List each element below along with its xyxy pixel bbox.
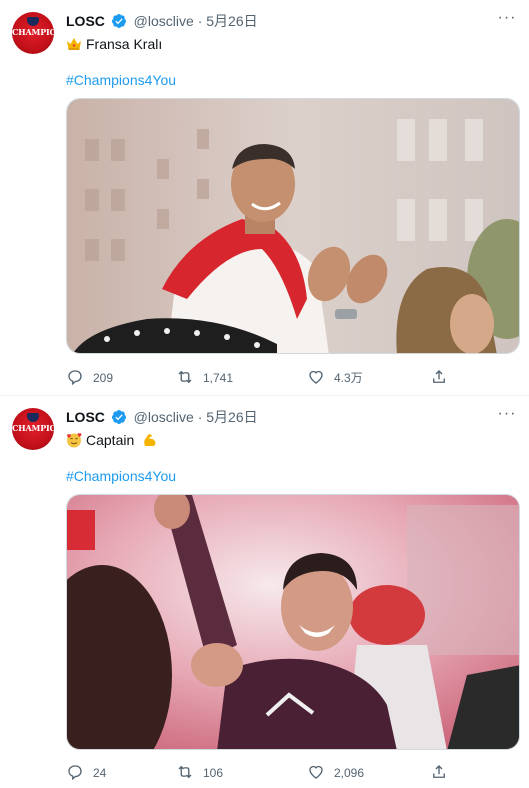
- reply-count: 24: [93, 766, 107, 780]
- heart-icon: [309, 370, 323, 384]
- author-name[interactable]: LOSC: [66, 13, 105, 29]
- verified-badge-icon: [111, 14, 126, 28]
- tweet-actions: 209 1,741 4.3万: [66, 368, 466, 388]
- flexed-biceps-emoji: [144, 434, 156, 446]
- like-count: 4.3万: [334, 371, 363, 385]
- retweet-button[interactable]: 1,741: [176, 368, 233, 388]
- smiling-hearts-emoji: [66, 433, 82, 448]
- avatar-text: CHAMPIONS: [12, 423, 54, 433]
- tweet-text: Fransa Kralı: [66, 35, 162, 53]
- author-handle[interactable]: @losclive: [134, 13, 194, 29]
- retweet-icon: [178, 370, 192, 384]
- author-handle[interactable]: @losclive: [134, 409, 194, 425]
- hashtag-link[interactable]: #Champions4You: [66, 71, 176, 89]
- avatar[interactable]: CHAMPIONS: [12, 12, 54, 54]
- author-name[interactable]: LOSC: [66, 409, 105, 425]
- more-icon[interactable]: ···: [497, 406, 517, 426]
- retweet-count: 1,741: [203, 371, 234, 385]
- hashtag-link[interactable]: #Champions4You: [66, 467, 176, 485]
- tweet-actions: 24 106 2,096: [66, 763, 466, 783]
- tweet-date[interactable]: 5月26日: [206, 13, 257, 29]
- crown-emoji: [67, 38, 81, 50]
- heart-icon: [309, 765, 323, 779]
- club-crest-icon: [27, 413, 39, 422]
- tweet-header: LOSC @losclive · 5月26日: [66, 408, 258, 426]
- share-icon: [433, 370, 445, 383]
- reply-icon: [68, 765, 82, 781]
- like-button[interactable]: 2,096: [307, 763, 364, 783]
- retweet-count: 106: [203, 766, 224, 780]
- verified-badge-icon: [111, 410, 126, 424]
- club-crest-icon: [27, 17, 39, 26]
- like-button[interactable]: 4.3万: [307, 368, 363, 388]
- reply-button[interactable]: 24: [66, 763, 106, 783]
- separator-dot: ·: [197, 409, 203, 425]
- tweet-text-content: Fransa Kralı: [86, 36, 163, 52]
- tweet-image[interactable]: [66, 98, 520, 354]
- retweet-button[interactable]: 106: [176, 763, 223, 783]
- tweet-text-content: Captain: [86, 432, 135, 448]
- like-count: 2,096: [334, 766, 365, 780]
- captain-photo: [67, 495, 519, 749]
- tweet-2[interactable]: CHAMPIONS LOSC @losclive · 5月26日 ··· Cap…: [0, 396, 529, 788]
- tweet-image[interactable]: [66, 494, 520, 750]
- share-button[interactable]: [430, 368, 457, 388]
- reply-icon: [68, 370, 82, 386]
- tweet-1[interactable]: CHAMPIONS LOSC @losclive · 5月26日 ··· Fra…: [0, 0, 529, 396]
- reply-button[interactable]: 209: [66, 368, 113, 388]
- retweet-icon: [178, 765, 192, 779]
- avatar[interactable]: CHAMPIONS: [12, 408, 54, 450]
- more-icon[interactable]: ···: [497, 10, 517, 30]
- share-button[interactable]: [430, 763, 457, 783]
- tweet-header: LOSC @losclive · 5月26日: [66, 12, 258, 30]
- celebration-photo: [67, 99, 519, 353]
- tweet-text: Captain: [66, 431, 162, 449]
- separator-dot: ·: [197, 13, 203, 29]
- share-icon: [433, 765, 445, 778]
- avatar-text: CHAMPIONS: [12, 27, 54, 37]
- tweet-date[interactable]: 5月26日: [206, 409, 257, 425]
- reply-count: 209: [93, 371, 114, 385]
